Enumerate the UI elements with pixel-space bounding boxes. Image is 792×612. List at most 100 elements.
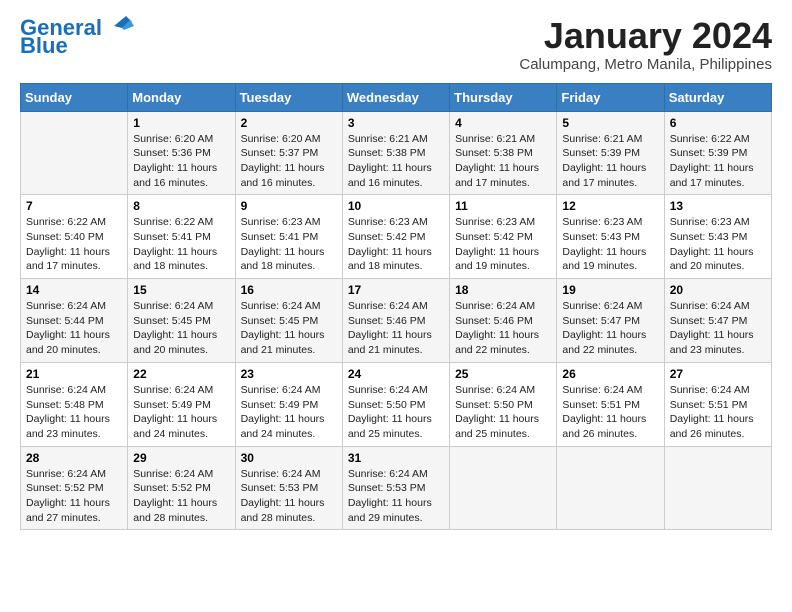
sunrise-text: Sunrise: 6:20 AM bbox=[133, 132, 229, 147]
daylight-text: Daylight: 11 hours and 20 minutes. bbox=[26, 328, 122, 357]
sunset-text: Sunset: 5:47 PM bbox=[670, 314, 766, 329]
day-number: 11 bbox=[455, 199, 551, 213]
sunrise-text: Sunrise: 6:24 AM bbox=[133, 467, 229, 482]
calendar-cell: 15Sunrise: 6:24 AMSunset: 5:45 PMDayligh… bbox=[128, 279, 235, 363]
daylight-text: Daylight: 11 hours and 27 minutes. bbox=[26, 496, 122, 525]
sunrise-text: Sunrise: 6:24 AM bbox=[348, 467, 444, 482]
sunrise-text: Sunrise: 6:24 AM bbox=[455, 383, 551, 398]
calendar-cell bbox=[450, 446, 557, 530]
sunrise-text: Sunrise: 6:24 AM bbox=[348, 383, 444, 398]
sunset-text: Sunset: 5:40 PM bbox=[26, 230, 122, 245]
column-header-monday: Monday bbox=[128, 83, 235, 111]
calendar-week-row: 1Sunrise: 6:20 AMSunset: 5:36 PMDaylight… bbox=[21, 111, 772, 195]
day-number: 21 bbox=[26, 367, 122, 381]
sunset-text: Sunset: 5:43 PM bbox=[562, 230, 658, 245]
sunset-text: Sunset: 5:36 PM bbox=[133, 146, 229, 161]
calendar-cell: 4Sunrise: 6:21 AMSunset: 5:38 PMDaylight… bbox=[450, 111, 557, 195]
sunset-text: Sunset: 5:46 PM bbox=[348, 314, 444, 329]
sunset-text: Sunset: 5:38 PM bbox=[455, 146, 551, 161]
sunset-text: Sunset: 5:48 PM bbox=[26, 398, 122, 413]
column-header-thursday: Thursday bbox=[450, 83, 557, 111]
sunset-text: Sunset: 5:39 PM bbox=[562, 146, 658, 161]
calendar-cell: 29 Sunrise: 6:24 AMSunset: 5:52 PMDayligh… bbox=[128, 446, 235, 530]
calendar-cell: 23Sunrise: 6:24 AMSunset: 5:49 PMDayligh… bbox=[235, 362, 342, 446]
day-number: 19 bbox=[562, 283, 658, 297]
sunset-text: Sunset: 5:53 PM bbox=[348, 481, 444, 496]
daylight-text: Daylight: 11 hours and 17 minutes. bbox=[670, 161, 766, 190]
calendar-week-row: 14Sunrise: 6:24 AMSunset: 5:44 PMDayligh… bbox=[21, 279, 772, 363]
sunrise-text: Sunrise: 6:24 AM bbox=[133, 383, 229, 398]
month-title: January 2024 bbox=[519, 16, 772, 56]
calendar-cell: 5Sunrise: 6:21 AMSunset: 5:39 PMDaylight… bbox=[557, 111, 664, 195]
sunrise-text: Sunrise: 6:20 AM bbox=[241, 132, 337, 147]
sunset-text: Sunset: 5:42 PM bbox=[455, 230, 551, 245]
sunrise-text: Sunrise: 6:24 AM bbox=[26, 299, 122, 314]
sunset-text: Sunset: 5:51 PM bbox=[670, 398, 766, 413]
page-header: General Blue January 2024 Calumpang, Met… bbox=[20, 16, 772, 73]
day-number: 17 bbox=[348, 283, 444, 297]
daylight-text: Daylight: 11 hours and 19 minutes. bbox=[455, 245, 551, 274]
daylight-text: Daylight: 11 hours and 18 minutes. bbox=[133, 245, 229, 274]
calendar-cell: 30Sunrise: 6:24 AMSunset: 5:53 PMDayligh… bbox=[235, 446, 342, 530]
calendar-cell: 11Sunrise: 6:23 AMSunset: 5:42 PMDayligh… bbox=[450, 195, 557, 279]
calendar-cell: 25Sunrise: 6:24 AMSunset: 5:50 PMDayligh… bbox=[450, 362, 557, 446]
daylight-text: Daylight: 11 hours and 18 minutes. bbox=[241, 245, 337, 274]
column-header-wednesday: Wednesday bbox=[342, 83, 449, 111]
day-number: 8 bbox=[133, 199, 229, 213]
sunset-text: Sunset: 5:39 PM bbox=[670, 146, 766, 161]
sunrise-text: Sunrise: 6:24 AM bbox=[26, 383, 122, 398]
sunrise-text: Sunrise: 6:23 AM bbox=[348, 215, 444, 230]
sunset-text: Sunset: 5:43 PM bbox=[670, 230, 766, 245]
day-number: 31 bbox=[348, 451, 444, 465]
calendar-week-row: 7Sunrise: 6:22 AMSunset: 5:40 PMDaylight… bbox=[21, 195, 772, 279]
day-number: 3 bbox=[348, 116, 444, 130]
daylight-text: Daylight: 11 hours and 21 minutes. bbox=[348, 328, 444, 357]
column-header-friday: Friday bbox=[557, 83, 664, 111]
daylight-text: Daylight: 11 hours and 26 minutes. bbox=[670, 412, 766, 441]
sunset-text: Sunset: 5:44 PM bbox=[26, 314, 122, 329]
sunset-text: Sunset: 5:53 PM bbox=[241, 481, 337, 496]
daylight-text: Daylight: 11 hours and 20 minutes. bbox=[670, 245, 766, 274]
calendar-cell: 27Sunrise: 6:24 AMSunset: 5:51 PMDayligh… bbox=[664, 362, 771, 446]
sunrise-text: Sunrise: 6:24 AM bbox=[562, 383, 658, 398]
daylight-text: Daylight: 11 hours and 17 minutes. bbox=[455, 161, 551, 190]
daylight-text: Daylight: 11 hours and 21 minutes. bbox=[241, 328, 337, 357]
sunrise-text: Sunrise: 6:24 AM bbox=[26, 467, 122, 482]
sunset-text: Sunset: 5:45 PM bbox=[133, 314, 229, 329]
day-number: 7 bbox=[26, 199, 122, 213]
column-header-tuesday: Tuesday bbox=[235, 83, 342, 111]
day-number: 1 bbox=[133, 116, 229, 130]
daylight-text: Daylight: 11 hours and 28 minutes. bbox=[133, 496, 229, 525]
daylight-text: Daylight: 11 hours and 17 minutes. bbox=[562, 161, 658, 190]
column-header-saturday: Saturday bbox=[664, 83, 771, 111]
sunset-text: Sunset: 5:52 PM bbox=[133, 481, 229, 496]
calendar-cell: 1Sunrise: 6:20 AMSunset: 5:36 PMDaylight… bbox=[128, 111, 235, 195]
sunrise-text: Sunrise: 6:23 AM bbox=[562, 215, 658, 230]
calendar-table: SundayMondayTuesdayWednesdayThursdayFrid… bbox=[20, 83, 772, 531]
sunrise-text: Sunrise: 6:24 AM bbox=[241, 299, 337, 314]
sunrise-text: Sunrise: 6:24 AM bbox=[455, 299, 551, 314]
daylight-text: Daylight: 11 hours and 24 minutes. bbox=[241, 412, 337, 441]
day-number: 26 bbox=[562, 367, 658, 381]
sunset-text: Sunset: 5:52 PM bbox=[26, 481, 122, 496]
day-number: 6 bbox=[670, 116, 766, 130]
column-header-sunday: Sunday bbox=[21, 83, 128, 111]
calendar-cell: 12Sunrise: 6:23 AMSunset: 5:43 PMDayligh… bbox=[557, 195, 664, 279]
sunrise-text: Sunrise: 6:24 AM bbox=[670, 383, 766, 398]
calendar-header-row: SundayMondayTuesdayWednesdayThursdayFrid… bbox=[21, 83, 772, 111]
sunrise-text: Sunrise: 6:24 AM bbox=[241, 383, 337, 398]
calendar-week-row: 21Sunrise: 6:24 AMSunset: 5:48 PMDayligh… bbox=[21, 362, 772, 446]
sunset-text: Sunset: 5:51 PM bbox=[562, 398, 658, 413]
sunrise-text: Sunrise: 6:24 AM bbox=[241, 467, 337, 482]
sunset-text: Sunset: 5:50 PM bbox=[348, 398, 444, 413]
calendar-cell: 3Sunrise: 6:21 AMSunset: 5:38 PMDaylight… bbox=[342, 111, 449, 195]
sunrise-text: Sunrise: 6:24 AM bbox=[133, 299, 229, 314]
daylight-text: Daylight: 11 hours and 23 minutes. bbox=[670, 328, 766, 357]
calendar-cell: 20Sunrise: 6:24 AMSunset: 5:47 PMDayligh… bbox=[664, 279, 771, 363]
day-number: 24 bbox=[348, 367, 444, 381]
day-number: 9 bbox=[241, 199, 337, 213]
sunset-text: Sunset: 5:47 PM bbox=[562, 314, 658, 329]
day-number: 30 bbox=[241, 451, 337, 465]
sunrise-text: Sunrise: 6:23 AM bbox=[241, 215, 337, 230]
day-number: 29 bbox=[133, 451, 229, 465]
